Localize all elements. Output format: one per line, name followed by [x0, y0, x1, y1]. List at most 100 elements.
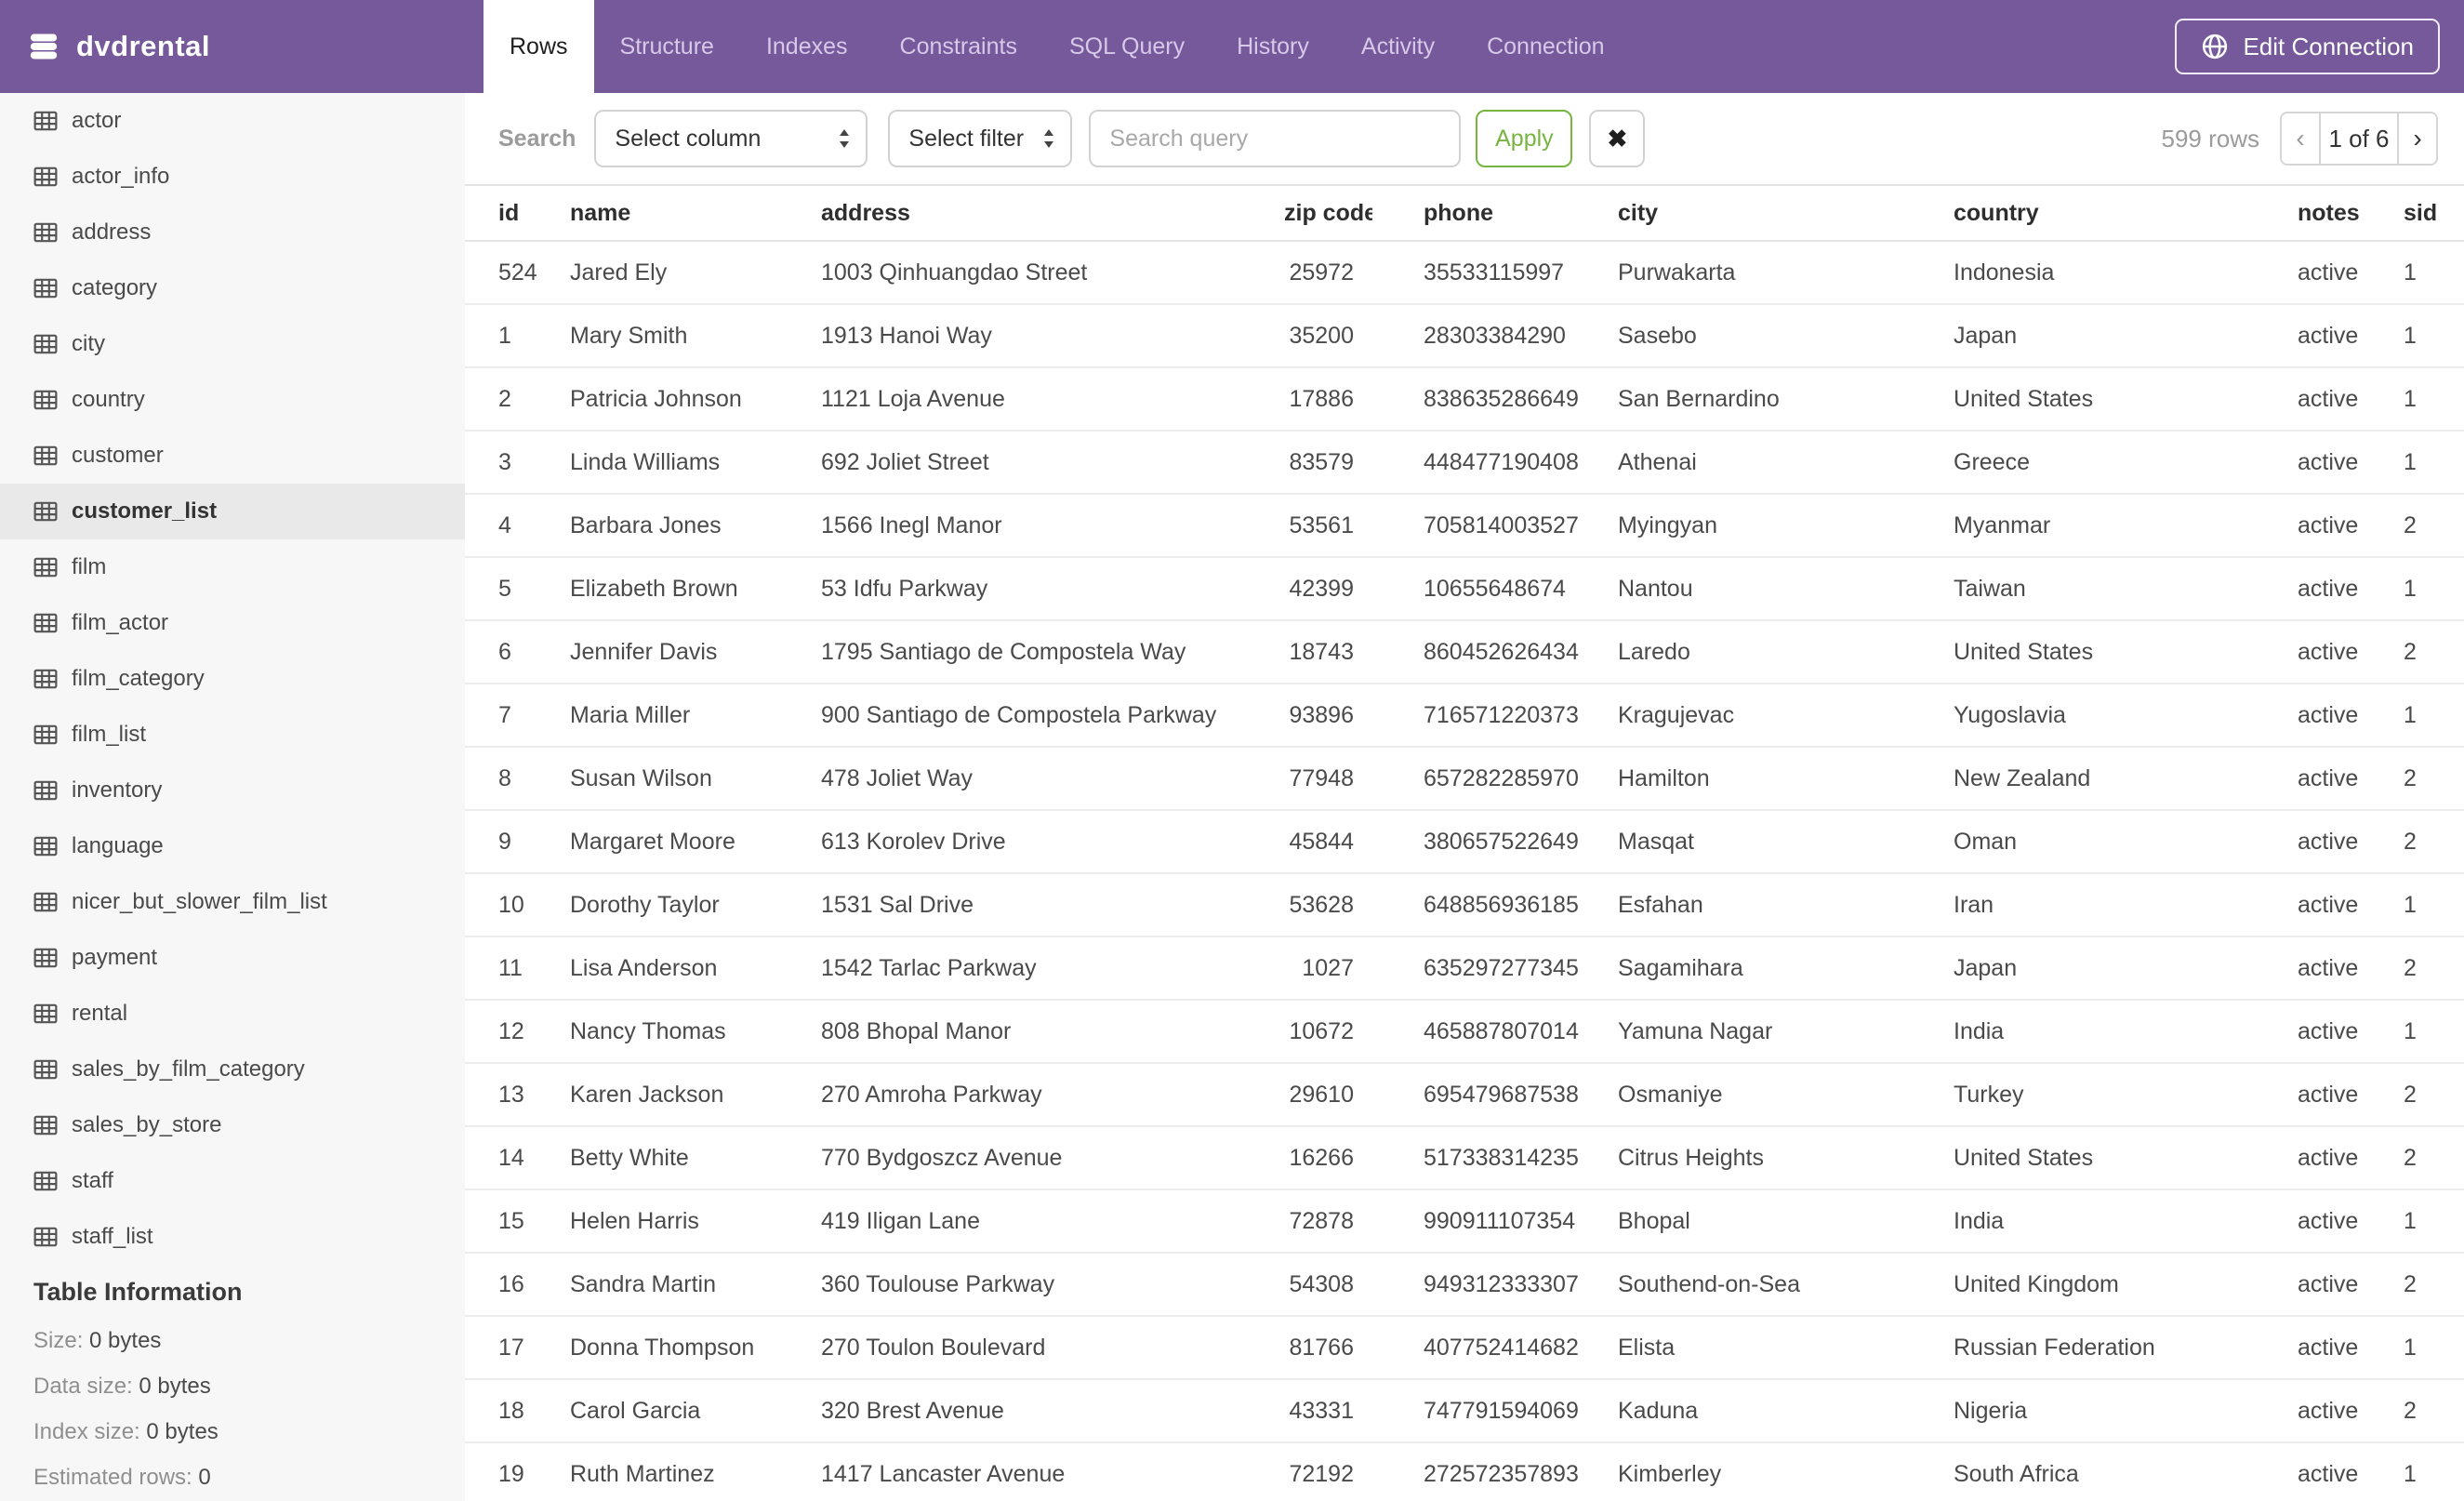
cell-name[interactable]: Mary Smith	[570, 304, 821, 368]
tab-rows[interactable]: Rows	[484, 0, 594, 93]
cell-id[interactable]: 7	[465, 684, 570, 748]
column-select[interactable]: Select column	[594, 110, 868, 167]
cell-zip-code[interactable]: 72878	[1284, 1189, 1372, 1254]
cell-id[interactable]: 13	[465, 1063, 570, 1127]
cell-name[interactable]: Patricia Johnson	[570, 367, 821, 432]
cell-country[interactable]: New Zealand	[1951, 747, 2298, 811]
cell-notes[interactable]: active	[2298, 304, 2388, 368]
column-header-name[interactable]: name	[570, 186, 821, 242]
sidebar-item-actor[interactable]: actor	[0, 93, 465, 149]
cell-notes[interactable]: active	[2298, 1000, 2388, 1064]
sidebar-item-sales_by_film_category[interactable]: sales_by_film_category	[0, 1042, 465, 1097]
column-header-phone[interactable]: phone	[1372, 186, 1614, 242]
table-row[interactable]: 12 Nancy Thomas 808 Bhopal Manor 10672 46588…	[465, 1000, 2464, 1064]
cell-name[interactable]: Betty White	[570, 1126, 821, 1190]
sidebar-item-sales_by_store[interactable]: sales_by_store	[0, 1097, 465, 1153]
sidebar-item-category[interactable]: category	[0, 260, 465, 316]
cell-address[interactable]: 1417 Lancaster Avenue	[821, 1442, 1284, 1501]
sidebar-item-actor_info[interactable]: actor_info	[0, 149, 465, 205]
cell-sid[interactable]: 1	[2388, 1316, 2464, 1380]
cell-phone[interactable]: 695479687538	[1372, 1063, 1614, 1127]
cell-sid[interactable]: 2	[2388, 1063, 2464, 1127]
cell-name[interactable]: Jared Ely	[570, 241, 821, 305]
search-query-input[interactable]	[1089, 110, 1462, 167]
cell-country[interactable]: United States	[1951, 367, 2298, 432]
cell-phone[interactable]: 990911107354	[1372, 1189, 1614, 1254]
cell-sid[interactable]: 1	[2388, 684, 2464, 748]
cell-address[interactable]: 1531 Sal Drive	[821, 873, 1284, 937]
cell-phone[interactable]: 407752414682	[1372, 1316, 1614, 1380]
cell-sid[interactable]: 1	[2388, 1000, 2464, 1064]
table-row[interactable]: 8 Susan Wilson 478 Joliet Way 77948 65728228…	[465, 747, 2464, 811]
cell-city[interactable]: San Bernardino	[1614, 367, 1951, 432]
sidebar-item-language[interactable]: language	[0, 818, 465, 874]
cell-id[interactable]: 5	[465, 557, 570, 621]
cell-id[interactable]: 9	[465, 810, 570, 874]
table-row[interactable]: 9 Margaret Moore 613 Korolev Drive 45844 380…	[465, 810, 2464, 874]
sidebar-item-payment[interactable]: payment	[0, 930, 465, 986]
cell-notes[interactable]: active	[2298, 241, 2388, 305]
cell-zip-code[interactable]: 1027	[1284, 936, 1372, 1001]
table-row[interactable]: 524 Jared Ely 1003 Qinhuangdao Street 25972…	[465, 241, 2464, 305]
cell-country[interactable]: United Kingdom	[1951, 1253, 2298, 1317]
cell-id[interactable]: 524	[465, 241, 570, 305]
cell-name[interactable]: Maria Miller	[570, 684, 821, 748]
table-row[interactable]: 13 Karen Jackson 270 Amroha Parkway 29610 69…	[465, 1063, 2464, 1127]
cell-city[interactable]: Southend-on-Sea	[1614, 1253, 1951, 1317]
cell-id[interactable]: 1	[465, 304, 570, 368]
cell-name[interactable]: Helen Harris	[570, 1189, 821, 1254]
table-row[interactable]: 19 Ruth Martinez 1417 Lancaster Avenue 7219…	[465, 1442, 2464, 1501]
cell-id[interactable]: 12	[465, 1000, 570, 1064]
column-header-city[interactable]: city	[1614, 186, 1951, 242]
cell-country[interactable]: Yugoslavia	[1951, 684, 2298, 748]
column-header-id[interactable]: id	[465, 186, 570, 242]
cell-notes[interactable]: active	[2298, 557, 2388, 621]
cell-id[interactable]: 3	[465, 431, 570, 495]
cell-address[interactable]: 692 Joliet Street	[821, 431, 1284, 495]
cell-address[interactable]: 1121 Loja Avenue	[821, 367, 1284, 432]
cell-sid[interactable]: 1	[2388, 304, 2464, 368]
cell-zip-code[interactable]: 54308	[1284, 1253, 1372, 1317]
filter-select[interactable]: Select filter	[888, 110, 1073, 167]
tab-constraints[interactable]: Constraints	[874, 0, 1043, 93]
cell-id[interactable]: 8	[465, 747, 570, 811]
cell-phone[interactable]: 28303384290	[1372, 304, 1614, 368]
prev-page-button[interactable]: ‹	[2282, 113, 2319, 164]
cell-zip-code[interactable]: 35200	[1284, 304, 1372, 368]
cell-phone[interactable]: 747791594069	[1372, 1379, 1614, 1443]
cell-address[interactable]: 1003 Qinhuangdao Street	[821, 241, 1284, 305]
sidebar-item-rental[interactable]: rental	[0, 986, 465, 1042]
cell-address[interactable]: 1795 Santiago de Compostela Way	[821, 620, 1284, 684]
cell-country[interactable]: Greece	[1951, 431, 2298, 495]
cell-sid[interactable]: 2	[2388, 1253, 2464, 1317]
cell-sid[interactable]: 2	[2388, 620, 2464, 684]
cell-city[interactable]: Laredo	[1614, 620, 1951, 684]
cell-country[interactable]: Japan	[1951, 936, 2298, 1001]
sidebar-item-customer[interactable]: customer	[0, 428, 465, 484]
cell-country[interactable]: Oman	[1951, 810, 2298, 874]
cell-phone[interactable]: 517338314235	[1372, 1126, 1614, 1190]
cell-address[interactable]: 613 Korolev Drive	[821, 810, 1284, 874]
cell-notes[interactable]: active	[2298, 1442, 2388, 1501]
cell-id[interactable]: 10	[465, 873, 570, 937]
cell-city[interactable]: Elista	[1614, 1316, 1951, 1380]
sidebar-item-film_category[interactable]: film_category	[0, 651, 465, 707]
cell-notes[interactable]: active	[2298, 873, 2388, 937]
cell-notes[interactable]: active	[2298, 810, 2388, 874]
table-row[interactable]: 14 Betty White 770 Bydgoszcz Avenue 16266 51…	[465, 1126, 2464, 1190]
cell-city[interactable]: Kaduna	[1614, 1379, 1951, 1443]
cell-name[interactable]: Carol Garcia	[570, 1379, 821, 1443]
cell-phone[interactable]: 657282285970	[1372, 747, 1614, 811]
cell-notes[interactable]: active	[2298, 684, 2388, 748]
cell-city[interactable]: Kragujevac	[1614, 684, 1951, 748]
cell-city[interactable]: Bhopal	[1614, 1189, 1951, 1254]
cell-phone[interactable]: 448477190408	[1372, 431, 1614, 495]
cell-name[interactable]: Barbara Jones	[570, 494, 821, 558]
cell-city[interactable]: Kimberley	[1614, 1442, 1951, 1501]
cell-sid[interactable]: 1	[2388, 557, 2464, 621]
cell-address[interactable]: 808 Bhopal Manor	[821, 1000, 1284, 1064]
cell-address[interactable]: 270 Amroha Parkway	[821, 1063, 1284, 1127]
tab-connection[interactable]: Connection	[1461, 0, 1630, 93]
cell-country[interactable]: India	[1951, 1189, 2298, 1254]
cell-id[interactable]: 17	[465, 1316, 570, 1380]
